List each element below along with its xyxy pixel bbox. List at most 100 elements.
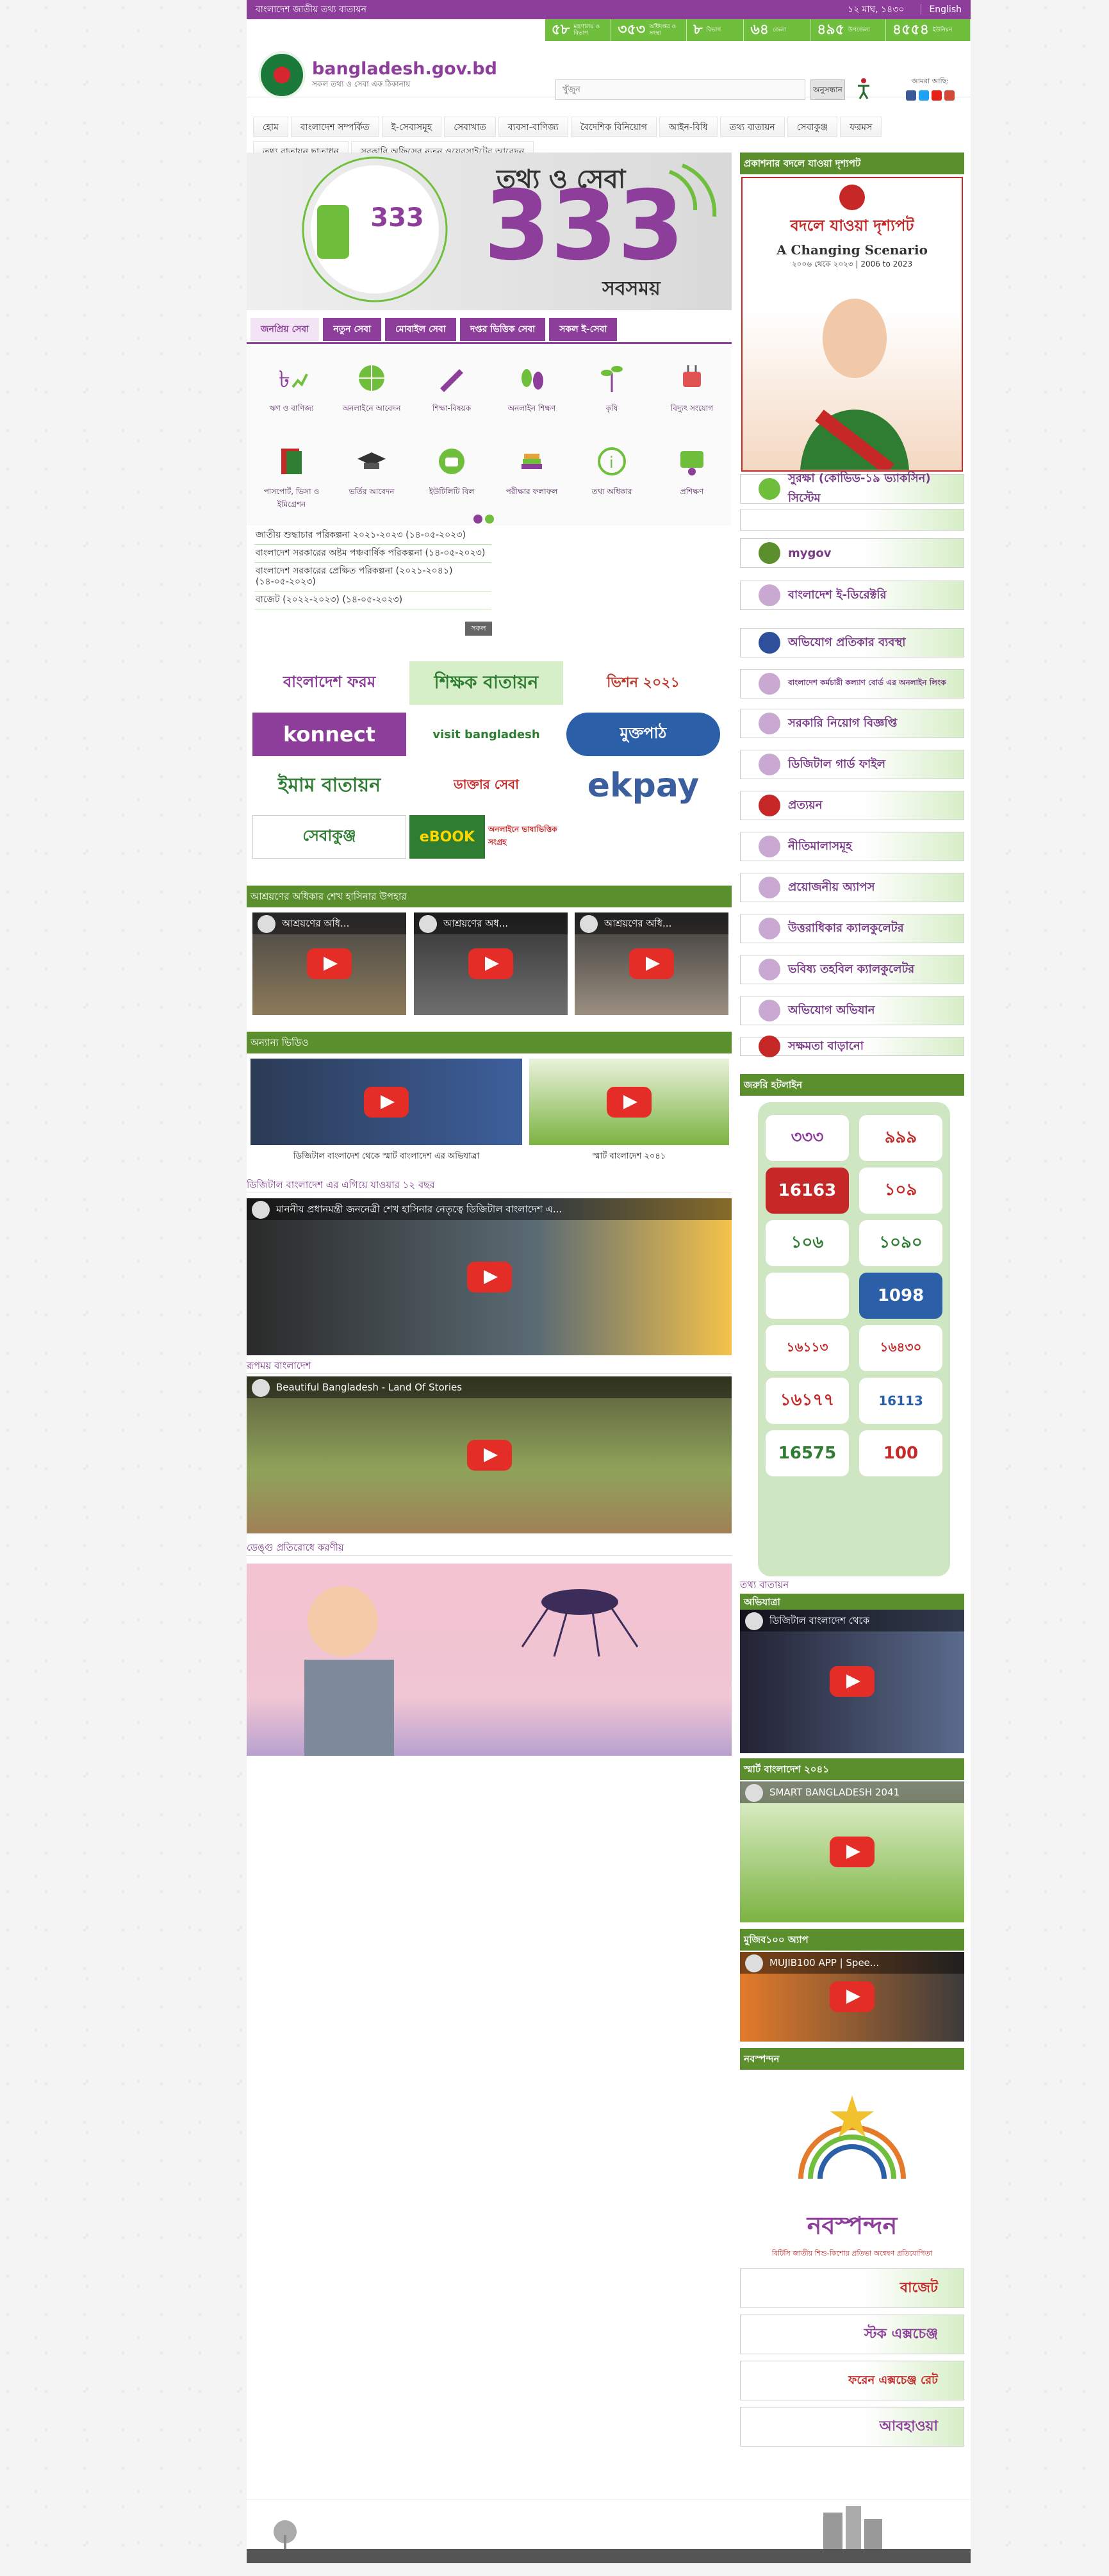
sidebar-link-stock-exchange[interactable]: স্টক এক্সচেঞ্জ: [740, 2315, 964, 2354]
service-admission[interactable]: ভর্তির আবেদন: [336, 442, 407, 499]
hotline-16575[interactable]: 16575: [766, 1430, 849, 1476]
logo-bangladesh-form[interactable]: বাংলাদেশ ফরম: [252, 661, 406, 705]
video-ashrayan-3[interactable]: আশ্রয়ণের অধি...: [575, 912, 728, 1015]
hotline-100[interactable]: 100: [859, 1430, 942, 1476]
site-logo[interactable]: bangladesh.gov.bd সকল তথ্য ও সেবা এক ঠিক…: [258, 51, 497, 99]
nobospondon-logo[interactable]: নবস্পন্দন বিটিসি জাতীয় শিশু-কিশোর প্রতি…: [740, 2076, 964, 2262]
sidebar-link-jobs[interactable]: সরকারি নিয়োগ বিজ্ঞপ্তি: [740, 709, 964, 738]
accessibility-icon[interactable]: [854, 77, 873, 100]
tab-office[interactable]: দপ্তর ভিত্তিক সেবা: [459, 318, 546, 341]
logo-konnect[interactable]: konnect: [252, 713, 406, 756]
sidebar-link-forex[interactable]: ফরেন এক্সচেঞ্জ রেট: [740, 2361, 964, 2400]
service-electricity[interactable]: বিদ্যুৎ সংযোগ: [657, 359, 727, 416]
hotline-109[interactable]: ১০৯: [859, 1168, 942, 1214]
google-plus-icon[interactable]: [944, 90, 955, 101]
service-loan[interactable]: ৳ ঋণ ও বাণিজ্য: [256, 359, 327, 416]
service-online-apply[interactable]: অনলাইনে আবেদন: [336, 359, 407, 416]
banner-333[interactable]: 333 তথ্য ও সেবা 333 সবসময়: [247, 153, 732, 310]
logo-vision-2021[interactable]: ভিশন ২০২১: [566, 661, 720, 705]
nav-forms[interactable]: ফরমস: [840, 117, 882, 137]
tab-all[interactable]: সকল ই-সেবা: [549, 318, 618, 341]
hotline-16113b[interactable]: 16113: [859, 1378, 942, 1424]
nav-about-bangladesh[interactable]: বাংলাদেশ সম্পর্কিত: [290, 117, 379, 137]
service-exam-result[interactable]: পরীক্ষার ফলাফল: [497, 442, 567, 499]
sidebar-link-guard-file[interactable]: ডিজিটাল গার্ড ফাইল: [740, 750, 964, 779]
tab-new[interactable]: নতুন সেবা: [323, 318, 382, 341]
side-video-mujib100[interactable]: MUJIB100 APP | Spee...: [740, 1952, 964, 2042]
sidebar-link-capacity[interactable]: সক্ষমতা বাড়ানো: [740, 1036, 964, 1057]
carousel-dots[interactable]: [472, 514, 495, 526]
sidebar-link-inheritance[interactable]: উত্তরাধিকার ক্যালকুলেটর: [740, 914, 964, 943]
sidebar-link-apps[interactable]: প্রয়োজনীয় অ্যাপস: [740, 873, 964, 902]
sidebar-link-mygov[interactable]: mygov: [740, 538, 964, 568]
sidebar-link-grs[interactable]: অভিযোগ প্রতিকার ব্যবস্থা: [740, 628, 964, 657]
service-training[interactable]: প্রশিক্ষণ: [657, 442, 727, 499]
notice-item[interactable]: বাংলাদেশ সরকারের প্রেক্ষিত পরিকল্পনা (২০…: [254, 563, 491, 591]
tab-mobile[interactable]: মোবাইল সেবা: [385, 318, 456, 341]
logo-sebakunja[interactable]: সেবাকুঞ্জ: [252, 815, 406, 859]
service-education[interactable]: শিক্ষা-বিষয়ক: [416, 359, 487, 416]
notice-item[interactable]: বাজেট (২০২২-২০২৩) (১৪-০৫-২০২৩): [254, 591, 491, 609]
logo-visit-bangladesh[interactable]: visit bangladesh: [409, 713, 563, 756]
search-input[interactable]: খুঁজুন: [555, 79, 805, 100]
twitter-icon[interactable]: [919, 90, 929, 101]
logo-imam-batayon[interactable]: ইমাম বাতায়ন: [252, 764, 406, 807]
stat-departments[interactable]: ৩৫৩ অধিদপ্তর ও সংস্থা: [611, 19, 687, 41]
hotline-106[interactable]: ১০৬: [766, 1220, 849, 1266]
logo-muktopath[interactable]: মুক্তপাঠ: [566, 713, 720, 756]
hotline-1098[interactable]: 1098: [859, 1273, 942, 1319]
hotline-333[interactable]: ৩৩৩: [766, 1115, 849, 1161]
hotline-1090[interactable]: ১০৯০: [859, 1220, 942, 1266]
logo-ekpay[interactable]: ekpay: [566, 764, 720, 807]
sidebar-link-prottoyon[interactable]: প্রত্যয়ন: [740, 791, 964, 820]
hotline-16430[interactable]: ১৬৪৩০: [859, 1325, 942, 1371]
search-button[interactable]: অনুসন্ধান: [810, 79, 845, 100]
hotline-999[interactable]: ৯৯৯: [859, 1115, 942, 1161]
nav-home[interactable]: হোম: [253, 117, 288, 137]
service-passport[interactable]: পাসপোর্ট, ভিসা ও ইমিগ্রেশন: [256, 442, 327, 512]
sidebar-link-surokkha[interactable]: সুরক্ষা (কোভিড-১৯ ভ্যাকসিন) সিস্টেম: [740, 472, 964, 505]
hotline-fire[interactable]: 16163: [766, 1168, 849, 1214]
nav-e-services[interactable]: ই-সেবাসমূহ: [381, 117, 442, 137]
stat-upazilas[interactable]: ৪৯৫ উপজেলা: [810, 19, 886, 41]
sidebar-link-weather[interactable]: আবহাওয়া: [740, 2407, 964, 2447]
notice-item[interactable]: জাতীয় শুদ্ধাচার পরিকল্পনা ২০২১-২০২৩ (১৪…: [254, 527, 491, 545]
service-utility-bill[interactable]: ইউটিলিটি বিল: [416, 442, 487, 499]
logo-online-collection[interactable]: অনলাইনে ভাষাভিত্তিক সংগ্রহ: [488, 815, 564, 859]
service-online-learning[interactable]: অনলাইন শিক্ষণ: [497, 359, 567, 416]
english-link[interactable]: English: [921, 4, 962, 15]
notice-item[interactable]: বাংলাদেশ সরকারের অষ্টম পঞ্চবার্ষিক পরিকল…: [254, 545, 491, 563]
tathya-batayon-label[interactable]: তথ্য বাতায়ন: [740, 1578, 964, 1594]
all-notices-button[interactable]: সকল: [465, 622, 492, 636]
sidebar-link-budget[interactable]: বাজেট: [740, 2268, 964, 2308]
logo-ebook[interactable]: eBOOK: [409, 815, 485, 859]
video-smart-2041[interactable]: [529, 1059, 729, 1145]
dengue-video[interactable]: [247, 1564, 732, 1756]
nav-business[interactable]: ব্যবসা-বাণিজ্য: [498, 117, 568, 137]
stat-districts[interactable]: ৬৪ জেলা: [744, 19, 811, 41]
youtube-icon[interactable]: [932, 90, 942, 101]
video-ashrayan-1[interactable]: আশ্রয়ণের অধি...: [252, 912, 406, 1015]
video-digital-12-years[interactable]: মাননীয় প্রধানমন্ত্রী জননেত্রী শেখ হাসিন…: [247, 1198, 732, 1355]
hotline-16113[interactable]: ১৬১১৩: [766, 1325, 849, 1371]
hotline-police[interactable]: [766, 1273, 849, 1319]
logo-shikkhok-batayon[interactable]: শিক্ষক বাতায়ন: [409, 661, 563, 705]
video-ashrayan-2[interactable]: আশ্রয়ণের অধ...: [414, 912, 568, 1015]
service-agriculture[interactable]: কৃষি: [577, 359, 647, 416]
sidebar-link-e-directory[interactable]: বাংলাদেশ ই-ডিরেক্টরি: [740, 581, 964, 610]
service-rti[interactable]: i তথ্য অধিকার: [577, 442, 647, 499]
video-beautiful-bangladesh[interactable]: Beautiful Bangladesh - Land Of Stories: [247, 1376, 732, 1533]
hotline-16177[interactable]: ১৬১৭৭: [766, 1378, 849, 1424]
logo-doctor[interactable]: ডাক্তার সেবা: [409, 764, 563, 807]
nav-service-sectors[interactable]: সেবাখাত: [444, 117, 496, 137]
stat-ministries[interactable]: ৫৮ মন্ত্রণালয় ও বিভাগ: [545, 19, 612, 41]
nav-sebakunja[interactable]: সেবাকুঞ্জ: [787, 117, 838, 137]
tab-popular[interactable]: জনপ্রিয় সেবা: [251, 318, 320, 341]
sidebar-link-complaint[interactable]: অভিযোগ অভিযান: [740, 996, 964, 1025]
sidebar-link-provident[interactable]: ভবিষ্য তহবিল ক্যালকুলেটর: [740, 955, 964, 984]
nav-foreign-investment[interactable]: বৈদেশিক বিনিয়োগ: [570, 117, 657, 137]
stat-divisions[interactable]: ৮ বিভাগ: [687, 19, 744, 41]
side-video-smart[interactable]: SMART BANGLADESH 2041: [740, 1781, 964, 1922]
sidebar-link-policies[interactable]: নীতিমালাসমূহ: [740, 832, 964, 861]
side-video-ovijatra[interactable]: ডিজিটাল বাংলাদেশ থেকে: [740, 1610, 964, 1753]
